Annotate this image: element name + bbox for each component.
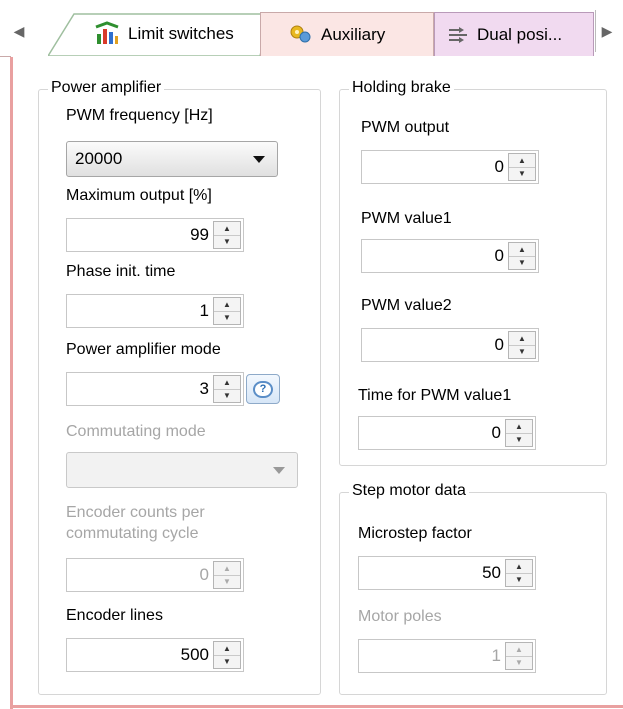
spin-down-icon[interactable]: ▼: [509, 167, 535, 180]
pwm-frequency-label: PWM frequency [Hz]: [66, 107, 213, 124]
spin-down-icon[interactable]: ▼: [214, 389, 240, 402]
spin-arrows[interactable]: ▲ ▼: [505, 642, 533, 670]
spin-up-icon[interactable]: ▲: [214, 562, 240, 576]
time-for-pwm-value1-spinner[interactable]: 0 ▲ ▼: [358, 416, 536, 450]
encoder-counts-label-line1: Encoder counts per: [66, 504, 205, 521]
pwm-value2-spinner[interactable]: 0 ▲ ▼: [361, 328, 539, 362]
spin-arrows[interactable]: ▲ ▼: [508, 242, 536, 270]
limit-switches-icon: [95, 21, 119, 44]
commutating-mode-label: Commutating mode: [66, 423, 206, 440]
encoder-counts-spinner[interactable]: 0 ▲ ▼: [66, 558, 244, 592]
power-amplifier-mode-value: 3: [199, 379, 209, 398]
tab-dual-position[interactable]: Dual posi...: [434, 12, 594, 56]
spin-down-icon[interactable]: ▼: [506, 656, 532, 669]
maximum-output-label: Maximum output [%]: [66, 187, 212, 204]
tab-auxiliary[interactable]: Auxiliary: [260, 12, 434, 56]
panel-border-left: [10, 57, 13, 709]
spin-arrows[interactable]: ▲ ▼: [213, 297, 241, 325]
power-amplifier-mode-label: Power amplifier mode: [66, 341, 221, 358]
spin-up-icon[interactable]: ▲: [214, 298, 240, 312]
time-for-pwm-value1-value: 0: [491, 423, 501, 442]
chevron-down-icon: [273, 467, 285, 474]
pwm-output-spinner[interactable]: 0 ▲ ▼: [361, 150, 539, 184]
spin-up-icon[interactable]: ▲: [509, 154, 535, 168]
pwm-value1-label: PWM value1: [361, 210, 452, 227]
microstep-factor-value: 50: [482, 563, 501, 582]
pwm-output-value: 0: [494, 157, 504, 176]
spin-arrows[interactable]: ▲ ▼: [508, 331, 536, 359]
power-amplifier-mode-spinner[interactable]: 3 ▲ ▼: [66, 372, 244, 406]
maximum-output-spinner[interactable]: 99 ▲ ▼: [66, 218, 244, 252]
tab-scroll-left-button[interactable]: ◀: [8, 10, 30, 52]
spin-arrows[interactable]: ▲ ▼: [508, 153, 536, 181]
phase-init-time-spinner[interactable]: 1 ▲ ▼: [66, 294, 244, 328]
spin-arrows[interactable]: ▲ ▼: [213, 221, 241, 249]
spin-arrows[interactable]: ▲ ▼: [213, 641, 241, 669]
spin-up-icon[interactable]: ▲: [214, 642, 240, 656]
encoder-lines-spinner[interactable]: 500 ▲ ▼: [66, 638, 244, 672]
spin-down-icon[interactable]: ▼: [509, 345, 535, 358]
holding-brake-title: Holding brake: [349, 79, 454, 97]
time-for-pwm-value1-label: Time for PWM value1: [358, 387, 512, 404]
microstep-factor-label: Microstep factor: [358, 525, 472, 542]
spin-arrows[interactable]: ▲ ▼: [505, 559, 533, 587]
pwm-value1-spinner[interactable]: 0 ▲ ▼: [361, 239, 539, 273]
spin-arrows[interactable]: ▲ ▼: [505, 419, 533, 447]
pwm-output-label: PWM output: [361, 119, 450, 136]
encoder-counts-value: 0: [199, 565, 209, 584]
spin-up-icon[interactable]: ▲: [214, 222, 240, 236]
spin-down-icon[interactable]: ▼: [214, 575, 240, 588]
tab-limit-switches[interactable]: Limit switches: [48, 12, 278, 56]
power-amplifier-mode-help-button[interactable]: ?: [246, 374, 280, 404]
tab-auxiliary-label: Auxiliary: [321, 24, 386, 44]
spin-up-icon[interactable]: ▲: [509, 243, 535, 257]
tab-dual-position-label: Dual posi...: [477, 24, 563, 44]
panel-border-bottom: [11, 705, 623, 708]
phase-init-time-value: 1: [199, 301, 209, 320]
help-icon: ?: [253, 380, 273, 398]
encoder-lines-label: Encoder lines: [66, 607, 163, 624]
microstep-factor-spinner[interactable]: 50 ▲ ▼: [358, 556, 536, 590]
pwm-frequency-select[interactable]: 20000: [66, 141, 278, 177]
tab-scroll-right-button[interactable]: ▶: [595, 10, 618, 52]
spin-up-icon[interactable]: ▲: [506, 560, 532, 574]
spin-down-icon[interactable]: ▼: [214, 655, 240, 668]
encoder-lines-value: 500: [180, 645, 209, 664]
spin-down-icon[interactable]: ▼: [509, 256, 535, 269]
encoder-counts-label-line2: commutating cycle: [66, 525, 199, 542]
motor-poles-value: 1: [491, 646, 501, 665]
dual-position-icon: [449, 26, 467, 43]
spin-up-icon[interactable]: ▲: [509, 332, 535, 346]
step-motor-title: Step motor data: [349, 482, 469, 500]
pwm-value1-value: 0: [494, 246, 504, 265]
chevron-down-icon: [253, 156, 265, 163]
holding-brake-group: [339, 89, 607, 466]
spin-down-icon[interactable]: ▼: [214, 311, 240, 324]
tab-limit-switches-label: Limit switches: [128, 24, 234, 43]
motor-poles-label: Motor poles: [358, 608, 442, 625]
pwm-frequency-value: 20000: [75, 149, 123, 168]
power-amplifier-title: Power amplifier: [48, 79, 165, 97]
maximum-output-value: 99: [190, 225, 209, 244]
spin-arrows[interactable]: ▲ ▼: [213, 375, 241, 403]
spin-down-icon[interactable]: ▼: [214, 235, 240, 248]
motor-poles-spinner[interactable]: 1 ▲ ▼: [358, 639, 536, 673]
phase-init-time-label: Phase init. time: [66, 263, 176, 280]
spin-down-icon[interactable]: ▼: [506, 433, 532, 446]
pwm-value2-label: PWM value2: [361, 297, 452, 314]
spin-up-icon[interactable]: ▲: [214, 376, 240, 390]
spin-up-icon[interactable]: ▲: [506, 420, 532, 434]
commutating-mode-select[interactable]: [66, 452, 298, 488]
spin-down-icon[interactable]: ▼: [506, 573, 532, 586]
pwm-value2-value: 0: [494, 335, 504, 354]
spin-arrows[interactable]: ▲ ▼: [213, 561, 241, 589]
spin-up-icon[interactable]: ▲: [506, 643, 532, 657]
auxiliary-icon: [290, 25, 311, 42]
